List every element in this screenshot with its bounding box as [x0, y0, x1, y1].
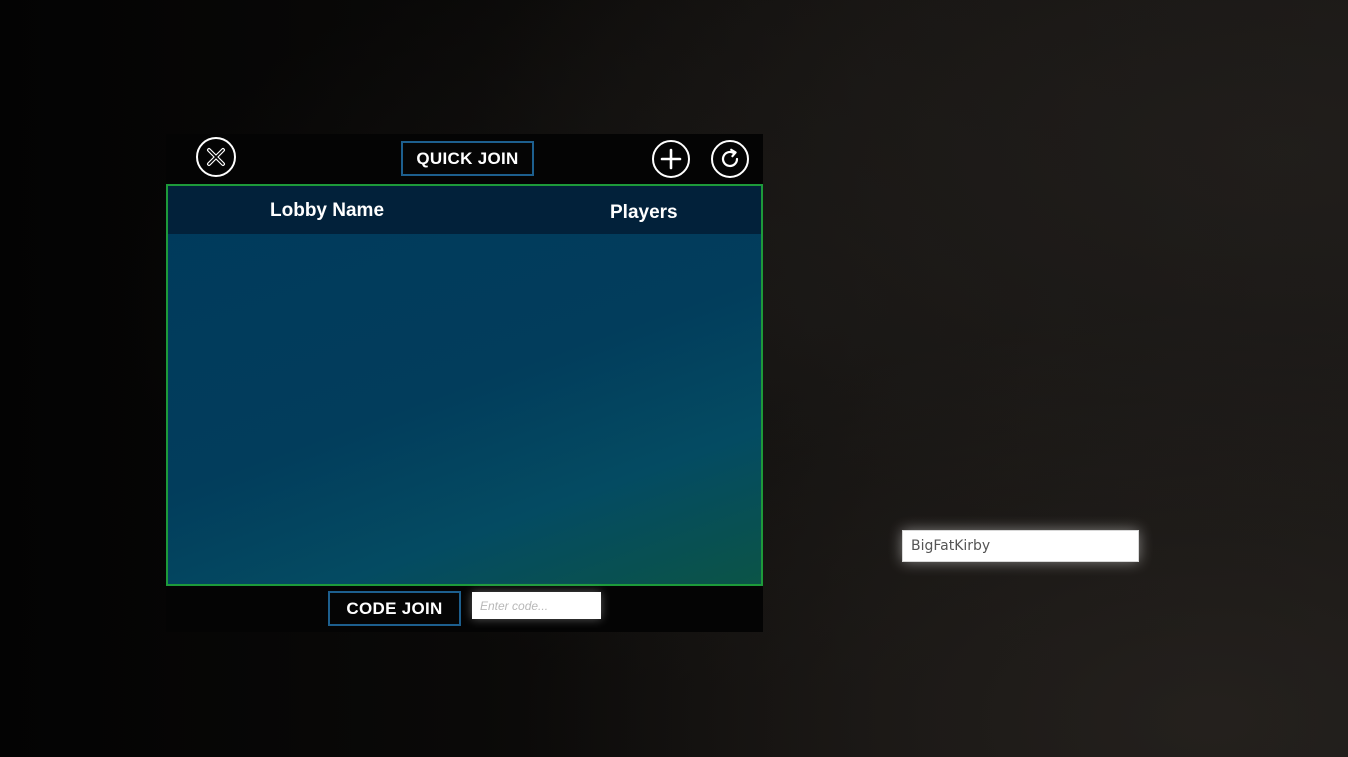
- close-button[interactable]: [196, 137, 236, 177]
- lobby-code-input[interactable]: [472, 592, 601, 619]
- refresh-button[interactable]: [711, 140, 749, 178]
- lobby-header-bar: QUICK JOIN: [166, 134, 763, 184]
- column-header-lobby-name: Lobby Name: [270, 200, 385, 221]
- close-circle-icon: [207, 148, 225, 166]
- quick-join-button[interactable]: QUICK JOIN: [401, 141, 534, 176]
- lobby-list[interactable]: Lobby Name Players: [166, 184, 763, 586]
- refresh-circle-icon: [721, 148, 739, 168]
- lobby-list-header: Lobby Name Players: [168, 186, 761, 234]
- plus-circle-icon: [660, 148, 682, 170]
- player-name-input[interactable]: [902, 530, 1139, 562]
- create-lobby-button[interactable]: [652, 140, 690, 178]
- lobby-panel: QUICK JOIN Lobby Name Players CODE JOIN: [166, 134, 763, 632]
- code-join-button[interactable]: CODE JOIN: [328, 591, 461, 626]
- column-header-players: Players: [610, 202, 678, 223]
